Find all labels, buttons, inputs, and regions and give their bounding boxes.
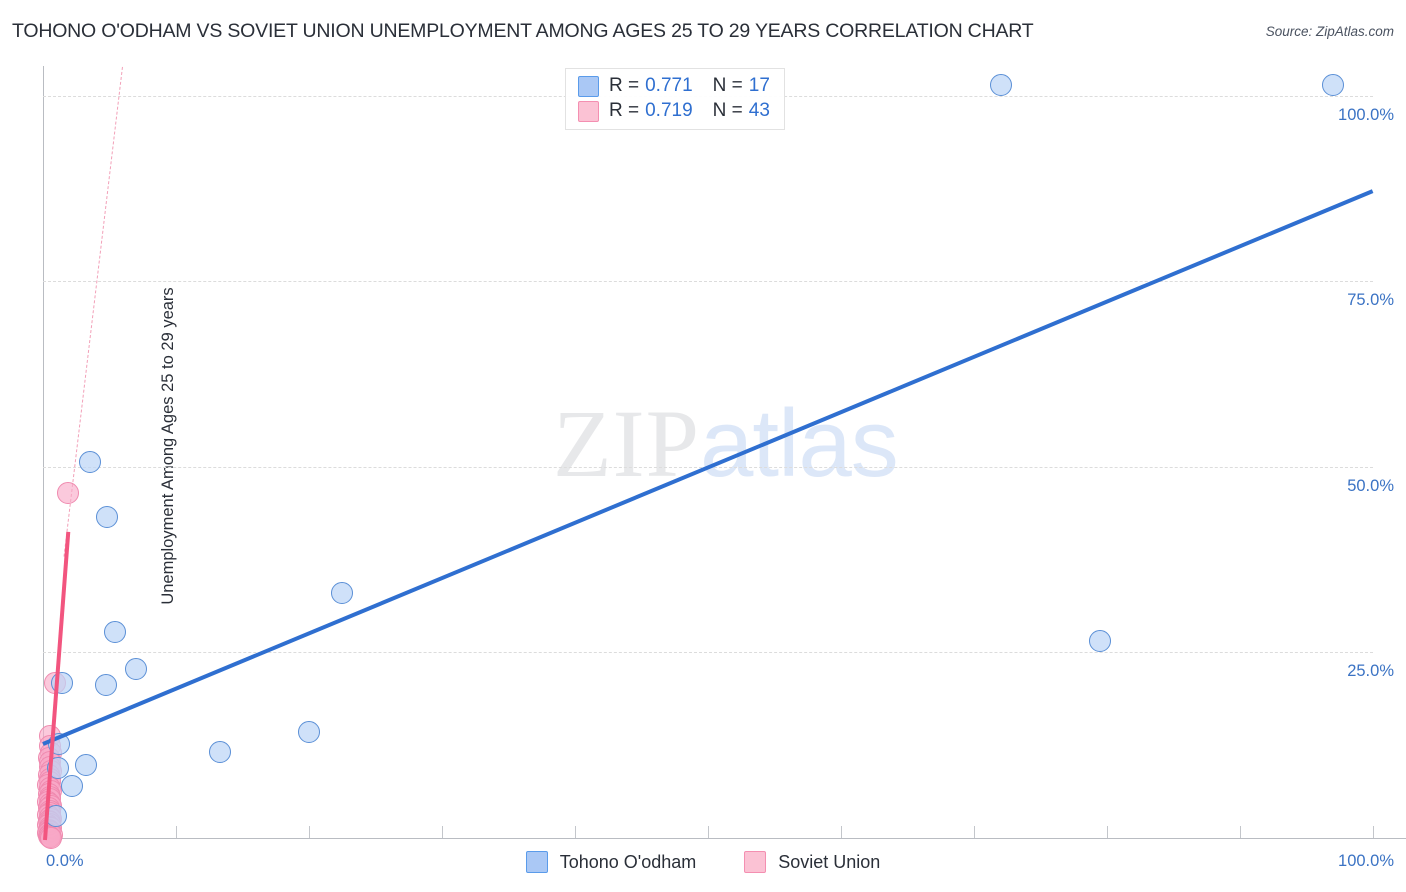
- correlation-chart: TOHONO O'ODHAM VS SOVIET UNION UNEMPLOYM…: [0, 0, 1406, 892]
- watermark-atlas: atlas: [700, 390, 899, 497]
- y-axis-tick-label: 75.0%: [1347, 291, 1394, 310]
- x-axis-tick: [176, 826, 177, 838]
- data-point-tohono[interactable]: [989, 73, 1012, 96]
- stats-row-soviet: R = 0.719 N = 43: [578, 100, 770, 122]
- data-point-tohono[interactable]: [298, 720, 320, 743]
- data-point-tohono[interactable]: [94, 674, 117, 697]
- x-axis-tick: [1373, 826, 1374, 838]
- legend-label-tohono: Tohono O'odham: [559, 851, 697, 872]
- legend-item-soviet[interactable]: Soviet Union: [744, 851, 880, 873]
- x-axis-tick: [1240, 826, 1241, 838]
- x-axis-tick: [708, 826, 709, 838]
- series-swatch-tohono-icon: [578, 75, 599, 97]
- legend-item-tohono[interactable]: Tohono O'odham: [525, 851, 697, 873]
- x-axis-tick: [974, 826, 975, 838]
- data-point-tohono[interactable]: [61, 775, 84, 798]
- series-legend: Tohono O'odham Soviet Union: [0, 851, 1406, 873]
- x-axis-tick: [1107, 826, 1108, 838]
- source-attribution: Source: ZipAtlas.com: [1265, 24, 1394, 39]
- gridline: [43, 281, 1373, 283]
- legend-swatch-soviet-icon: [744, 851, 767, 873]
- n-value-soviet: 43: [748, 100, 770, 121]
- r-value-soviet: 0.719: [645, 100, 693, 121]
- r-label-soviet: R =: [609, 100, 640, 121]
- data-point-tohono[interactable]: [74, 754, 97, 777]
- x-axis-tick: [309, 826, 310, 838]
- data-point-tohono[interactable]: [331, 582, 354, 605]
- y-axis-tick-label: 100.0%: [1338, 105, 1394, 124]
- data-point-tohono[interactable]: [78, 451, 101, 474]
- series-swatch-soviet-icon: [578, 100, 599, 122]
- plot-area: ZIPatlas: [43, 66, 1373, 838]
- n-label-tohono: N =: [712, 75, 743, 96]
- page-title: TOHONO O'ODHAM VS SOVIET UNION UNEMPLOYM…: [12, 20, 1034, 42]
- data-point-tohono[interactable]: [1322, 73, 1345, 96]
- x-axis-tick: [575, 826, 576, 838]
- correlation-stats-legend: R = 0.771 N = 17 R = 0.719 N = 43: [565, 68, 785, 130]
- x-axis-tick: [442, 826, 443, 838]
- data-point-tohono[interactable]: [95, 505, 118, 528]
- x-axis-line: [43, 838, 1406, 839]
- data-point-tohono[interactable]: [208, 740, 231, 763]
- legend-swatch-tohono-icon: [525, 851, 548, 873]
- data-point-tohono[interactable]: [1089, 629, 1112, 652]
- n-value-tohono: 17: [748, 75, 770, 96]
- r-label-tohono: R =: [609, 75, 640, 96]
- data-point-tohono[interactable]: [103, 620, 126, 643]
- r-value-tohono: 0.771: [645, 75, 693, 96]
- n-label-soviet: N =: [712, 100, 743, 121]
- y-axis-tick-label: 50.0%: [1347, 476, 1394, 495]
- legend-label-soviet: Soviet Union: [778, 851, 881, 872]
- gridline: [43, 652, 1373, 654]
- stats-row-tohono: R = 0.771 N = 17: [578, 75, 770, 97]
- data-point-tohono[interactable]: [125, 657, 148, 680]
- x-axis-tick: [841, 826, 842, 838]
- y-axis-tick-label: 25.0%: [1347, 662, 1394, 681]
- data-point-soviet[interactable]: [57, 481, 80, 504]
